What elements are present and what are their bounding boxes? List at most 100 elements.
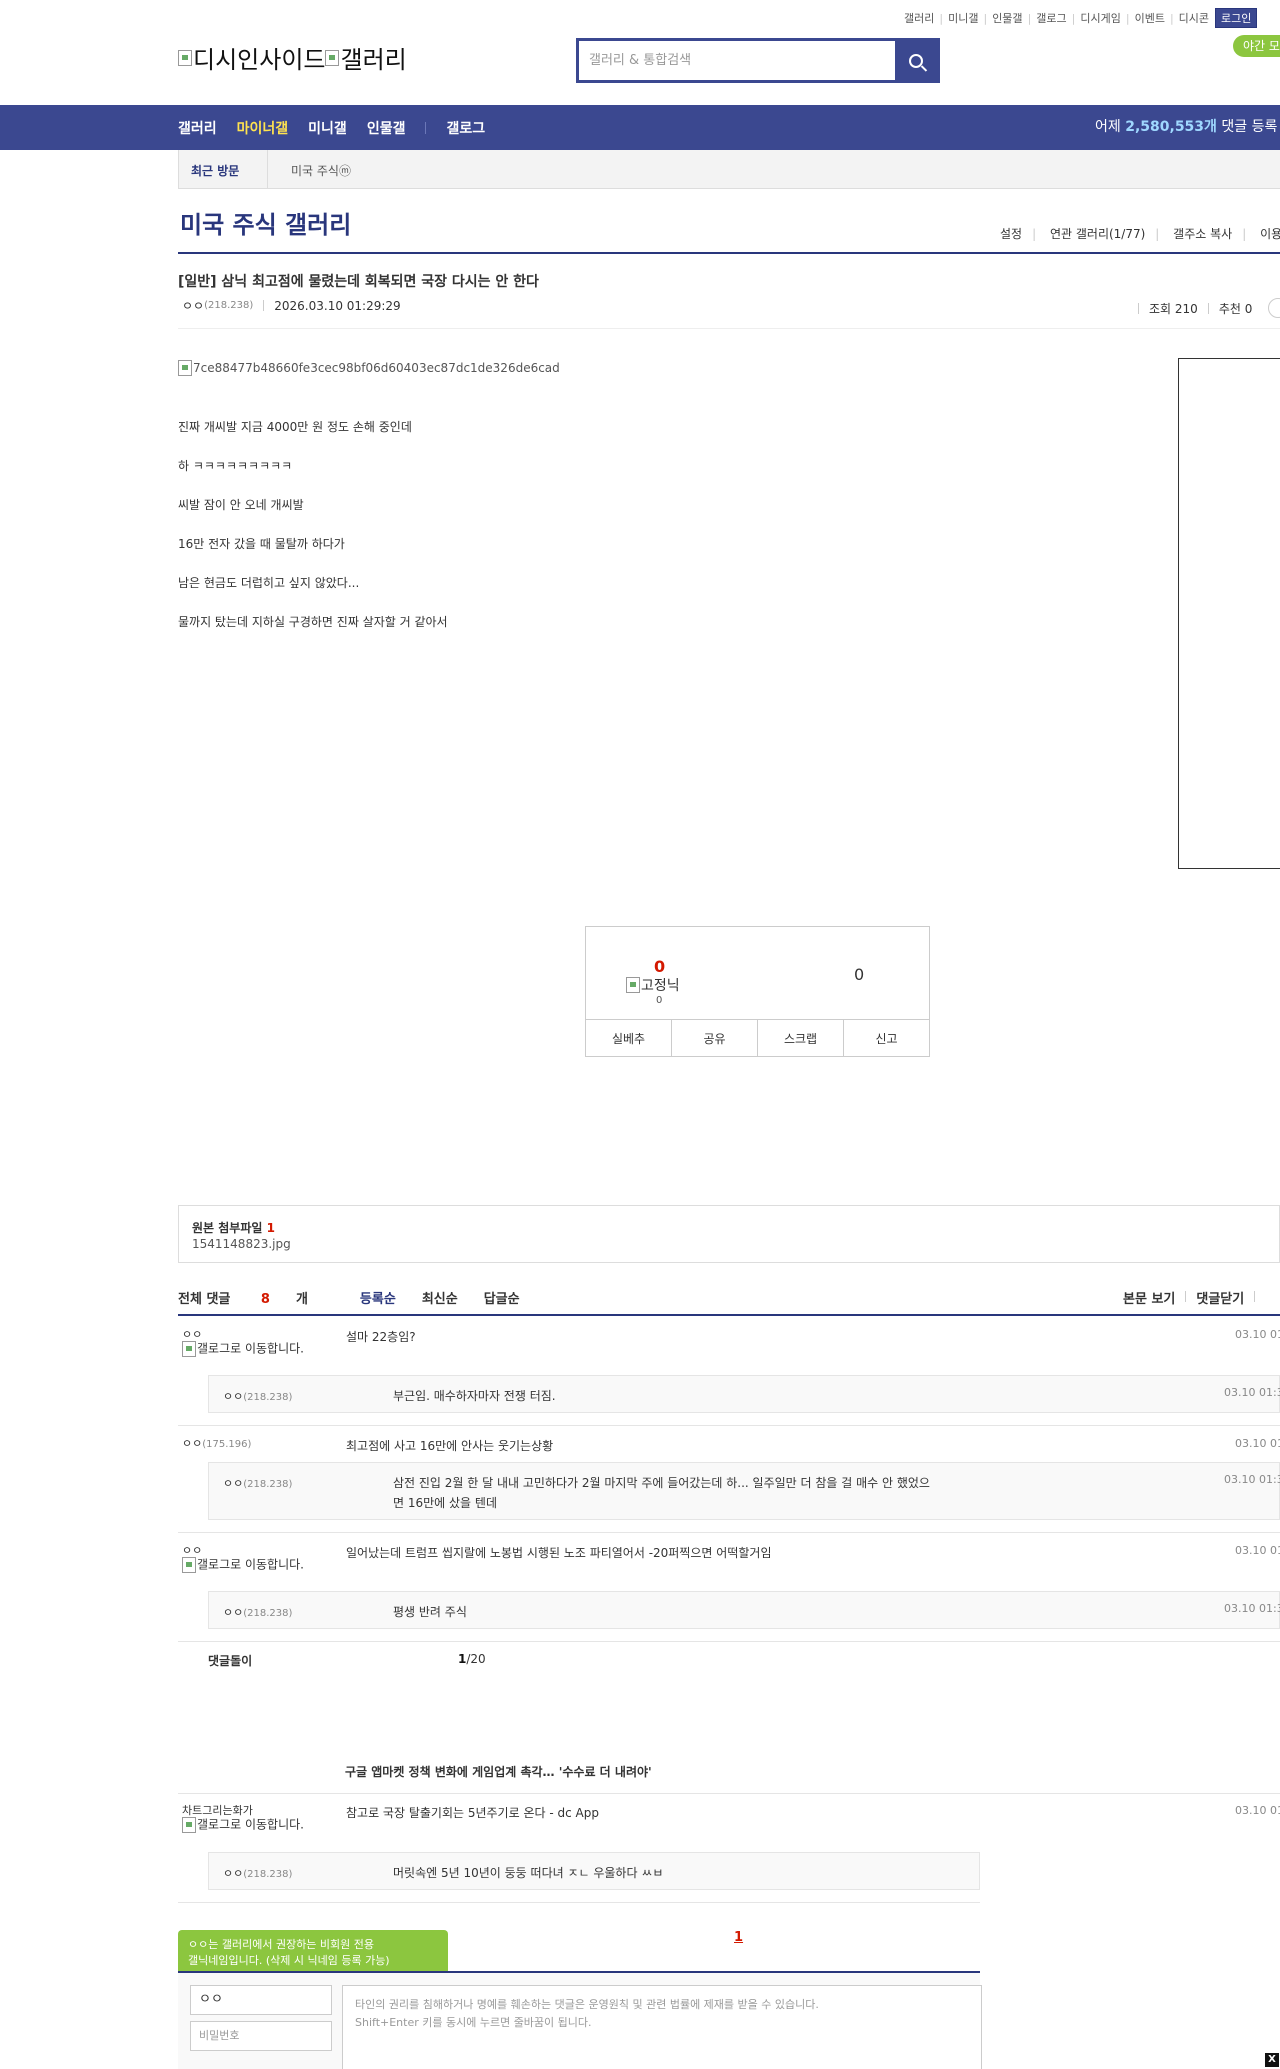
broken-image-icon — [182, 1817, 196, 1833]
utility-bar: 갤러리 | 미니갤 | 인물갤 | 갤로그 | 디시게임 | 이벤트 | 디시콘 로그인 — [904, 8, 1258, 28]
nav-divider — [425, 121, 427, 134]
sort-registered[interactable]: 등록순 — [360, 1288, 396, 1307]
comment-total: 전체 댓글 8개 — [178, 1292, 308, 1307]
reply-item: ㅇㅇ(218.238) 머릿속엔 5년 10년이 둥둥 떠다녀 ㅈㄴ 우울하다 … — [208, 1852, 980, 1890]
nav-gallery[interactable]: 갤러리 — [178, 118, 217, 138]
gallery-logo[interactable]: 갤러리 — [325, 40, 407, 75]
close-comments-button[interactable]: 댓글닫기 — [1196, 1288, 1244, 1307]
nav-gallog[interactable]: 갤로그 — [446, 118, 485, 138]
comment-nick[interactable]: ㅇㅇ(175.196) — [182, 1437, 312, 1451]
comment-divider — [178, 1641, 1280, 1642]
post-datetime: 2026.03.10 01:29:29 — [274, 298, 401, 313]
reply-date: 03.10 01:3 — [1224, 1473, 1280, 1486]
body-line: 남은 현금도 더럽히고 싶지 않았다... — [178, 576, 360, 590]
comment-divider — [178, 1425, 1280, 1426]
login-button[interactable]: 로그인 — [1215, 8, 1258, 28]
settings-link[interactable]: 설정 — [1000, 227, 1022, 241]
stat-divider — [1207, 302, 1209, 314]
comment-nick[interactable]: ㅇㅇ 갤로그로 이동합니다. — [182, 1328, 312, 1357]
password-field[interactable]: 비밀번호 — [190, 2021, 332, 2051]
stat-divider — [1138, 302, 1139, 314]
recent-visit-bar: 최근 방문 미국 주식ⓜ — [178, 150, 1280, 189]
comment-text: 일어났는데 트럼프 씹지랄에 노봉법 시행된 노조 파티열어서 -20퍼찍으면 … — [346, 1546, 772, 1560]
nav-person-gallery[interactable]: 인물갤 — [367, 118, 406, 138]
util-event-link[interactable]: 이벤트 — [1135, 10, 1165, 26]
report-button[interactable]: 신고 — [844, 1020, 929, 1056]
attachment-label: 원본 첨부파일 1 — [192, 1221, 275, 1235]
comment-write-box: ㅇㅇ 비밀번호 타인의 권리를 침해하거나 명예를 훼손하는 댓글은 운영원칙 … — [178, 1973, 982, 2069]
comment-textarea[interactable]: 타인의 권리를 침해하거나 명예를 훼손하는 댓글은 운영원칙 및 관련 법률에… — [342, 1985, 982, 2069]
comment-page-1[interactable]: 1 — [734, 1930, 743, 1945]
title-divider — [178, 252, 1280, 254]
scrap-button[interactable]: 스크랩 — [758, 1020, 844, 1056]
reply-nick[interactable]: ㅇㅇ(218.238) — [223, 1388, 292, 1404]
related-gallery-link[interactable]: 연관 갤러리(1/77) — [1050, 227, 1145, 241]
broken-image-icon — [182, 1557, 196, 1573]
downvote-count[interactable]: 0 — [854, 965, 864, 984]
post-views: 조회 210 — [1149, 301, 1198, 316]
usage-link[interactable]: 이용 — [1260, 227, 1280, 241]
attachment-box: 원본 첨부파일 1 1541148823.jpg — [178, 1205, 1280, 1263]
util-minigall-link[interactable]: 미니갤 — [948, 10, 978, 26]
comment-divider — [178, 1532, 1280, 1533]
nav-minor-gallery[interactable]: 마이너갤 — [237, 118, 289, 138]
dcinside-logo[interactable]: 디시인사이드 — [178, 40, 325, 75]
share-button[interactable]: 공유 — [672, 1020, 758, 1056]
search-box — [576, 38, 940, 83]
util-persongall-link[interactable]: 인물갤 — [992, 10, 1022, 26]
body-line: 씨발 잠이 안 오네 개씨발 — [178, 498, 304, 512]
post-title: [일반] 삼닉 최고점에 물렸는데 회복되면 국장 다시는 안 한다 — [178, 274, 539, 290]
recent-visit-item[interactable]: 미국 주식ⓜ — [291, 162, 351, 179]
search-button[interactable] — [895, 41, 937, 80]
global-nav: 갤러리 마이너갤 미니갤 인물갤 갤로그 어제 2,580,553개 댓글 등록 — [0, 105, 1280, 150]
guest-nick-tooltip: ㅇㅇ는 갤러리에서 권장하는 비회원 전용 갤닉네임입니다. (삭제 시 닉네임… — [178, 1930, 448, 1983]
view-post-button[interactable]: 본문 보기 — [1123, 1288, 1175, 1307]
nav-mini-gallery[interactable]: 미니갤 — [308, 118, 347, 138]
util-gallery-link[interactable]: 갤러리 — [904, 10, 934, 26]
view-toggle[interactable] — [1268, 298, 1280, 318]
side-ad-box[interactable] — [1178, 358, 1280, 869]
sort-latest[interactable]: 최신순 — [422, 1288, 458, 1307]
fixed-nick-count: 0 — [656, 995, 663, 1006]
reply-item: ㅇㅇ(218.238) 삼전 진입 2월 한 달 내내 고민하다가 2월 마지막… — [208, 1462, 1280, 1520]
comment-nick[interactable]: ㅇㅇ 갤로그로 이동합니다. — [182, 1544, 312, 1573]
body-line: 16만 전자 갔을 때 물탈까 하다가 — [178, 537, 345, 551]
post-author[interactable]: ㅇㅇ — [182, 297, 204, 314]
copy-address-link[interactable]: 갤주소 복사 — [1173, 227, 1232, 241]
reply-nick[interactable]: ㅇㅇ(218.238) — [223, 1604, 292, 1620]
news-headline[interactable]: 구글 앱마켓 정책 변화에 게임업계 촉각… '수수료 더 내려야' — [345, 1763, 652, 1780]
gallery-title[interactable]: 미국 주식 갤러리 — [180, 205, 351, 240]
fixed-nick-recommend[interactable]: 고정닉 — [626, 975, 680, 995]
site-logo[interactable]: 디시인사이드 갤러리 — [178, 40, 407, 75]
sort-replies[interactable]: 답글순 — [484, 1288, 520, 1307]
real-best-button[interactable]: 실베추 — [586, 1020, 672, 1056]
comment-text: 참고로 국장 탈출기회는 5년주기로 온다 - dc App — [346, 1806, 599, 1820]
comment-date: 03.10 01 — [1235, 1544, 1280, 1557]
util-dccon-link[interactable]: 디시콘 — [1179, 10, 1209, 26]
reply-date: 03.10 01:3 — [1224, 1602, 1280, 1615]
comment-divider — [178, 1793, 1280, 1794]
util-gallog-link[interactable]: 갤로그 — [1036, 10, 1066, 26]
comment-divider — [178, 1902, 980, 1903]
search-input[interactable] — [579, 41, 895, 80]
comment-count-banner: 어제 2,580,553개 댓글 등록 — [1095, 119, 1278, 135]
upvote-count[interactable]: 0 — [654, 957, 665, 976]
post-stats: 조회 210 추천 0 — [1128, 298, 1280, 318]
comment-nick[interactable]: 차트그리는화가 갤로그로 이동합니다. — [182, 1804, 312, 1833]
night-mode-toggle[interactable]: 야간 모 — [1233, 35, 1280, 57]
util-dcgame-link[interactable]: 디시게임 — [1080, 10, 1120, 26]
comment-date: 03.10 01 — [1235, 1804, 1280, 1817]
recent-visit-label: 최근 방문 — [191, 164, 240, 178]
post-image[interactable]: 7ce88477b48660fe3cec98bf06d60403ec87dc1d… — [178, 360, 560, 376]
nickname-field[interactable]: ㅇㅇ — [190, 1985, 332, 2015]
post-header-divider — [178, 328, 1280, 329]
reply-text: 부근임. 매수하자마자 전쟁 터짐. — [393, 1389, 556, 1403]
reply-nick[interactable]: ㅇㅇ(218.238) — [223, 1475, 292, 1491]
reply-nick[interactable]: ㅇㅇ(218.238) — [223, 1865, 292, 1881]
comments-header: 전체 댓글 8개 등록순 최신순 답글순 본문 보기 댓글닫기 — [178, 1288, 1280, 1316]
comment-bot-page[interactable]: 1/20 — [458, 1652, 486, 1666]
close-icon[interactable]: X — [1265, 2053, 1279, 2067]
broken-image-icon — [325, 49, 340, 66]
post-author-ip: (218.238) — [204, 300, 254, 311]
attachment-file[interactable]: 1541148823.jpg — [192, 1237, 291, 1251]
